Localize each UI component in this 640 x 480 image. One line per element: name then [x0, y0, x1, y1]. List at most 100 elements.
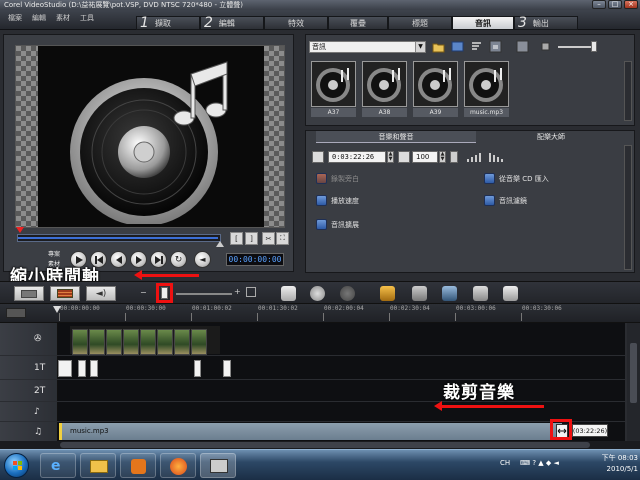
track-manager-icon[interactable] [503, 286, 518, 301]
sort-icon[interactable] [470, 40, 483, 53]
horizontal-scroll-thumb[interactable] [60, 442, 590, 448]
next-frame-button[interactable] [130, 251, 147, 268]
library-thumb-a37[interactable] [311, 61, 356, 107]
tab-overlay[interactable]: 覆疊 [328, 16, 388, 30]
menu-tools[interactable]: 工具 [80, 13, 94, 23]
audio-stretch-label: 音訊擴展 [331, 220, 359, 229]
volume-spinner[interactable]: ▲ ▼ [439, 151, 446, 163]
title-clip[interactable] [90, 360, 98, 377]
thumbnail-size-handle[interactable] [591, 41, 597, 52]
video-frame [72, 329, 88, 355]
previous-frame-button[interactable] [110, 251, 127, 268]
zoom-slider-track[interactable] [176, 293, 232, 295]
volume-dropdown[interactable] [450, 151, 458, 163]
tab-share[interactable]: 3 輸出 [514, 16, 578, 30]
insert-media-icon[interactable] [281, 286, 296, 301]
timeline-view-button[interactable] [50, 286, 80, 301]
start-button[interactable] [4, 453, 29, 478]
thumbnail-small-icon[interactable] [539, 40, 552, 53]
tab-capture[interactable]: 1 擷取 [136, 16, 200, 30]
library-thumb-a38[interactable] [362, 61, 407, 107]
fade-out-icon[interactable] [488, 151, 504, 163]
menu-clip[interactable]: 素材 [56, 13, 70, 23]
library-thumb-music[interactable] [464, 61, 509, 107]
duration-input[interactable]: 0:03:22:26 [328, 151, 386, 163]
split-audio-icon[interactable] [412, 286, 427, 301]
preview-clip-icon[interactable] [451, 40, 464, 53]
tab-title[interactable]: 標題 [388, 16, 452, 30]
video-frame [89, 329, 105, 355]
folder-open-icon[interactable] [432, 40, 445, 53]
track-buttons-toggle[interactable] [6, 308, 26, 318]
mark-in-button[interactable]: [ [230, 232, 243, 245]
taskbar-firefox[interactable] [160, 453, 196, 478]
library-options-icon[interactable] [489, 40, 502, 53]
timecode-display[interactable]: 00:00:00:00 [226, 253, 284, 266]
batch-convert-icon[interactable] [442, 286, 457, 301]
menu-file[interactable]: 檔案 [8, 13, 22, 23]
scrub-bar[interactable] [17, 234, 221, 242]
taskbar-ie[interactable]: e [40, 453, 76, 478]
timeline-ruler[interactable]: 00:00:00:00 00:00:30:00 00:01:00:02 00:0… [0, 304, 640, 323]
title-clip[interactable] [78, 360, 86, 377]
taskbar-media-player[interactable] [120, 453, 156, 478]
mark-out-handle[interactable] [216, 241, 224, 247]
zoom-out-icon[interactable]: − [140, 288, 147, 297]
options-scrollbar[interactable] [624, 145, 632, 270]
video-clip-strip[interactable] [70, 326, 220, 355]
library-thumb-a39[interactable] [413, 61, 458, 107]
import-cd-button[interactable]: 從音樂 CD 匯入 [484, 173, 549, 184]
storyboard-view-button[interactable] [14, 286, 44, 301]
audio-view-button[interactable]: ◄) [86, 286, 116, 301]
volume-button[interactable]: ◄ [194, 251, 211, 268]
library-manager-icon[interactable] [516, 40, 529, 53]
tab-edit[interactable]: 2 編輯 [200, 16, 264, 30]
record-voiceover-button[interactable]: 錄製旁白 [316, 173, 359, 184]
repeat-button[interactable]: ↻ [170, 251, 187, 268]
volume-input[interactable]: 100 [412, 151, 438, 163]
tab-music-and-voice[interactable]: 音樂和聲音 [316, 131, 476, 143]
maximize-button[interactable]: □ [608, 0, 622, 9]
close-button[interactable]: × [624, 0, 638, 9]
smart-proxy-icon[interactable] [380, 286, 395, 301]
system-clock[interactable]: 下午 08:03 2010/5/1 [578, 453, 638, 478]
minimize-button[interactable]: – [592, 0, 606, 9]
fit-project-icon[interactable] [246, 287, 256, 297]
playhead-marker[interactable] [53, 306, 61, 313]
tab-auto-music[interactable]: 配樂大師 [476, 131, 626, 143]
title-clip[interactable] [223, 360, 231, 377]
audio-stretch-button[interactable]: 音訊擴展 [316, 219, 359, 230]
mark-out-button[interactable]: ] [245, 232, 258, 245]
taskbar-explorer[interactable] [80, 453, 116, 478]
tab-audio[interactable]: 音訊 [452, 16, 514, 30]
end-button[interactable] [150, 251, 167, 268]
timeline-horizontal-scrollbar[interactable] [0, 441, 640, 449]
zoom-in-icon[interactable]: + [234, 287, 241, 296]
mark-in-handle[interactable] [16, 227, 24, 233]
taskbar-videostudio[interactable] [200, 453, 236, 478]
split-button[interactable]: ✂ [262, 232, 275, 245]
audio-mixer-icon[interactable] [473, 286, 488, 301]
playback-speed-button[interactable]: 播放速度 [316, 195, 359, 206]
menu-edit[interactable]: 編輯 [32, 13, 46, 23]
title-clip[interactable] [194, 360, 201, 377]
music-clip[interactable]: music.mp3 [59, 423, 562, 440]
vertical-scroll-thumb[interactable] [630, 343, 637, 403]
ruler-tick [125, 313, 126, 321]
expand-preview-button[interactable]: ⛶ [276, 232, 289, 245]
duration-spinner[interactable]: ▲ ▼ [387, 151, 394, 163]
title-clip[interactable] [58, 360, 72, 377]
input-language-indicator[interactable]: CH [500, 459, 510, 467]
annotation-arrow-zoom [134, 270, 199, 280]
tray-icons[interactable]: ⌨ ? ▲ ◆ ◄ [520, 459, 559, 467]
redo-icon[interactable] [340, 286, 355, 301]
library-scrollbar[interactable] [624, 61, 632, 121]
undo-icon[interactable] [310, 286, 325, 301]
project-mode-label[interactable]: 專案 [48, 249, 60, 258]
timeline-vertical-scrollbar[interactable] [627, 323, 640, 441]
title-track-1-label: 1T [34, 362, 46, 373]
library-category-select[interactable]: 音訊 ▼ [309, 41, 426, 53]
audio-filter-button[interactable]: 音訊濾鏡 [484, 195, 527, 206]
fade-in-icon[interactable] [466, 151, 482, 163]
tab-effect[interactable]: 特效 [264, 16, 328, 30]
